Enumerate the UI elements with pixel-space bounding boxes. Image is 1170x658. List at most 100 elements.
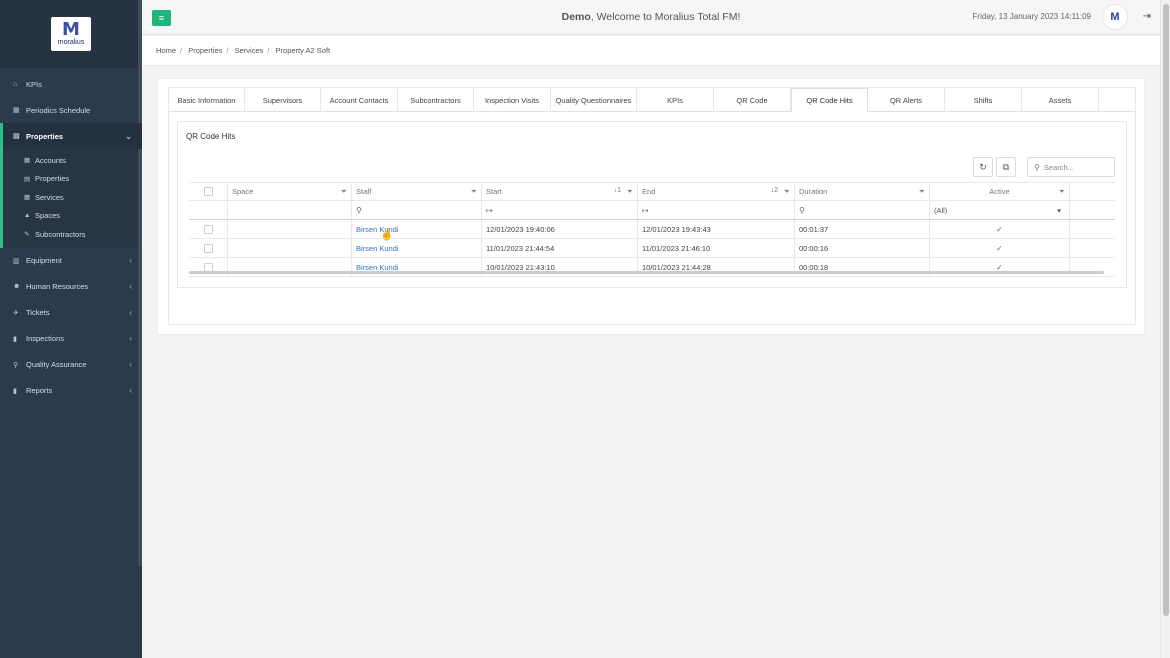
filter-select-value: (All) — [934, 205, 948, 215]
page-scrollbar-thumb[interactable] — [1163, 4, 1169, 616]
filter-staff[interactable]: ⚲ — [352, 201, 482, 219]
column-header-end[interactable]: End ↓2 ⏷ — [638, 183, 795, 200]
refresh-button[interactable]: ↻ — [973, 157, 993, 177]
cell-space — [228, 239, 352, 257]
page-scrollbar[interactable] — [1160, 0, 1170, 658]
breadcrumb-home[interactable]: Home — [156, 46, 176, 55]
tab-shifts[interactable]: Shifts — [945, 88, 1022, 112]
filter-icon[interactable]: ⏷ — [341, 187, 347, 197]
tab-qr-alerts[interactable]: QR Alerts — [868, 88, 945, 112]
tab-container: Basic Information Supervisors Account Co… — [168, 87, 1136, 325]
tab-assets[interactable]: Assets — [1022, 88, 1099, 112]
tab-qr-code[interactable]: QR Code — [714, 88, 791, 112]
tab-account-contacts[interactable]: Account Contacts — [321, 88, 398, 112]
calendar-icon: ▦ — [13, 107, 20, 114]
search-input[interactable] — [1043, 162, 1106, 172]
sidebar-item-label: Equipment — [26, 256, 62, 265]
column-header-label: Active — [989, 187, 1010, 196]
column-header-label: End — [642, 187, 656, 196]
caret-down-icon: ▾ — [1057, 205, 1061, 215]
filter-active-select[interactable]: (All) ▾ — [930, 201, 1070, 219]
sidebar-subitem-services[interactable]: ▦ Services — [3, 188, 142, 207]
sidebar-subitem-accounts[interactable]: ▦ Accounts — [3, 151, 142, 170]
filter-icon[interactable]: ⏷ — [1059, 187, 1065, 197]
search-field[interactable]: ⚲ — [1027, 157, 1115, 177]
search-icon: ⚲ — [799, 205, 805, 215]
sidebar-item-label: Reports — [26, 386, 53, 395]
sidebar-item-human-resources[interactable]: ☻ Human Resources ‹ — [0, 274, 142, 300]
breadcrumb-services[interactable]: Services — [235, 46, 264, 55]
filter-space[interactable] — [228, 201, 352, 219]
sidebar-item-kpis[interactable]: ⌂ KPIs — [0, 71, 142, 97]
tab-quality-questionnaires[interactable]: Quality Questionnaires — [551, 88, 637, 112]
sidebar-item-label: Inspections — [26, 334, 64, 343]
date-range-icon: ↦ — [486, 205, 493, 215]
tab-inspection-visits[interactable]: Inspection Visits — [474, 88, 551, 112]
table-row[interactable]: Birsen Kundi 10/01/2023 21:43:10 10/01/2… — [189, 258, 1115, 277]
table-row[interactable]: Birsen Kundi 12/01/2023 19:40:06 12/01/2… — [189, 220, 1115, 239]
logo-area: M moralius — [0, 0, 142, 68]
sidebar-item-inspections[interactable]: ▮ Inspections ‹ — [0, 326, 142, 352]
sidebar-item-equipment[interactable]: ▥ Equipment ‹ — [0, 248, 142, 274]
main-panel: Basic Information Supervisors Account Co… — [157, 78, 1145, 335]
breadcrumb-properties[interactable]: Properties — [188, 46, 222, 55]
column-header-start[interactable]: Start ↓1 ⏷ — [482, 183, 638, 200]
tab-qr-code-hits[interactable]: QR Code Hits — [791, 88, 868, 113]
refresh-icon: ↻ — [979, 161, 987, 172]
tab-kpis[interactable]: KPIs — [637, 88, 714, 112]
moralius-logo[interactable]: M moralius — [51, 17, 91, 51]
table-row[interactable]: Birsen Kundi 11/01/2023 21:44:54 11/01/2… — [189, 239, 1115, 258]
export-button[interactable]: ⧉ — [996, 157, 1016, 177]
filter-icon[interactable]: ⏷ — [919, 187, 925, 197]
grid-horizontal-scrollbar[interactable] — [189, 271, 1104, 274]
row-checkbox[interactable] — [203, 243, 213, 253]
mouse-pointer-icon: ☝ — [380, 229, 394, 241]
select-all-checkbox[interactable] — [203, 187, 213, 196]
sort-desc-icon: ↓1 — [613, 187, 621, 194]
sidebar-item-label: KPIs — [26, 79, 42, 89]
data-grid: Space ⏷ Staff ⏷ Start ↓1 ⏷ End ↓2 ⏷ Dura… — [189, 182, 1115, 277]
filter-start[interactable]: ↦ — [482, 201, 638, 219]
sidebar-item-quality-assurance[interactable]: ⚲ Quality Assurance ‹ — [0, 352, 142, 378]
sidebar-subitem-label: Properties — [35, 174, 70, 184]
sidebar-item-label: Tickets — [26, 308, 50, 317]
column-header-label: Duration — [799, 187, 828, 196]
filter-icon[interactable]: ⏷ — [784, 187, 790, 197]
properties-submenu: ▦ Accounts ▤ Properties ▦ Services ▲ Spa… — [0, 149, 142, 248]
tab-bar: Basic Information Supervisors Account Co… — [169, 88, 1135, 113]
filter-icon[interactable]: ⏷ — [471, 187, 477, 197]
chevron-left-icon: ‹ — [129, 282, 132, 291]
cell-duration: 00:01:37 — [795, 220, 930, 238]
filter-icon[interactable]: ⏷ — [627, 187, 633, 197]
tab-supervisors[interactable]: Supervisors — [245, 88, 321, 112]
column-header-staff[interactable]: Staff ⏷ — [352, 183, 482, 200]
filter-duration[interactable]: ⚲ — [795, 201, 930, 219]
staff-link[interactable]: Birsen Kundi — [356, 244, 399, 253]
current-datetime: Friday, 13 January 2023 14:11:09 — [972, 12, 1091, 21]
filter-end[interactable]: ↦ — [638, 201, 795, 219]
sidebar-subitem-subcontractors[interactable]: ✎ Subcontractors — [3, 225, 142, 244]
tab-subcontractors[interactable]: Subcontractors — [398, 88, 474, 112]
row-checkbox[interactable] — [203, 224, 213, 234]
chevron-left-icon: ‹ — [129, 334, 132, 343]
sidebar-subitem-label: Services — [35, 192, 64, 202]
column-header-duration[interactable]: Duration ⏷ — [795, 183, 930, 200]
sidebar-subitem-properties[interactable]: ▤ Properties — [3, 170, 142, 189]
active-check-icon: ✓ — [996, 243, 1003, 253]
avatar[interactable]: M — [1102, 4, 1128, 30]
sidebar: M moralius ⌂ KPIs ▦ Periodics Schedule ▤… — [0, 0, 142, 658]
sidebar-subitem-spaces[interactable]: ▲ Spaces — [3, 207, 142, 226]
column-header-label: Space — [232, 187, 254, 196]
sidebar-item-periodics-schedule[interactable]: ▦ Periodics Schedule — [0, 97, 142, 123]
column-header-active[interactable]: Active ⏷ — [930, 183, 1070, 200]
logo-mark-icon: M — [62, 19, 80, 40]
column-header-space[interactable]: Space ⏷ — [228, 183, 352, 200]
cell-end: 12/01/2023 19:43:43 — [638, 220, 795, 238]
column-header-label: Start — [486, 187, 502, 196]
sidebar-item-reports[interactable]: ▮ Reports ‹ — [0, 378, 142, 404]
logout-icon[interactable]: ⇥ — [1143, 11, 1151, 22]
sidebar-item-tickets[interactable]: ✈ Tickets ‹ — [0, 300, 142, 326]
book-icon: ▮ — [13, 335, 17, 343]
tab-basic-information[interactable]: Basic Information — [169, 88, 245, 112]
sidebar-item-properties[interactable]: ▤ Properties ⌄ — [0, 123, 142, 149]
